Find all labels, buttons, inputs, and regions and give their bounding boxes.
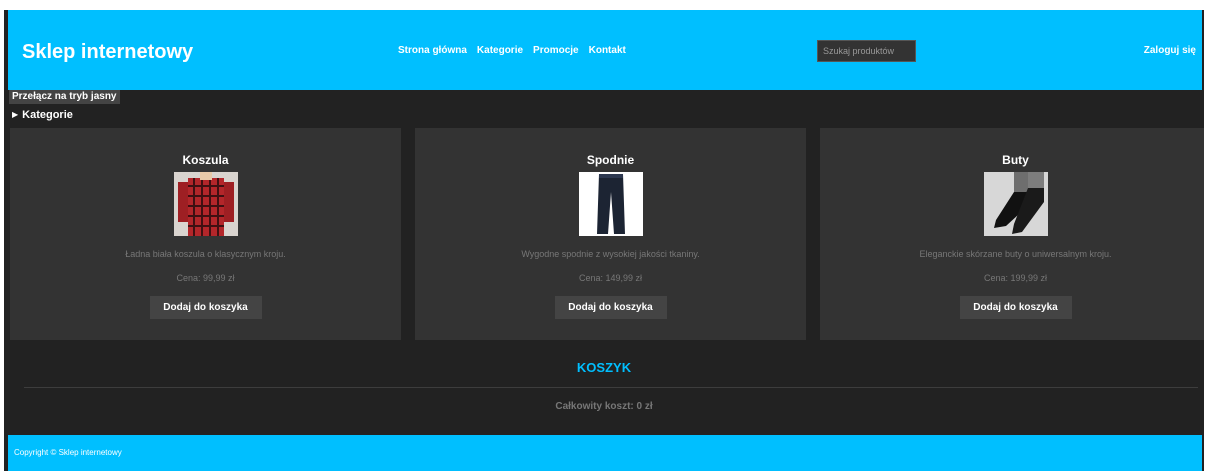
nav-categories[interactable]: Kategorie [477, 45, 523, 57]
product-description: Wygodne spodnie z wysokiej jakości tkani… [521, 249, 700, 259]
product-name: Buty [1002, 153, 1029, 167]
product-card: Koszula Ładna biała koszula o klasycznym… [10, 128, 401, 340]
categories-label: Kategorie [22, 109, 73, 121]
cart-divider [24, 387, 1198, 388]
categories-toggle[interactable]: ▶ Kategorie [12, 108, 73, 122]
product-price: Cena: 149,99 zł [578, 273, 643, 283]
site-footer: Copyright © Sklep internetowy [8, 435, 1202, 471]
pants-image [578, 172, 643, 236]
main-nav: Strona główna Kategorie Promocje Kontakt [398, 45, 626, 57]
add-to-cart-button[interactable]: Dodaj do koszyka [149, 296, 262, 319]
search-input[interactable] [817, 40, 916, 62]
add-to-cart-button[interactable]: Dodaj do koszyka [959, 296, 1072, 319]
product-card: Buty Eleganckie skórzane buty o uniwersa… [820, 128, 1204, 340]
page-frame: Sklep internetowy Strona główna Kategori… [4, 10, 1204, 471]
theme-toggle-button[interactable]: Przełącz na tryb jasny [9, 90, 120, 104]
shoes-image [983, 172, 1048, 236]
cart-title: KOSZYK [576, 360, 632, 375]
product-description: Ładna biała koszula o klasycznym kroju. [125, 249, 286, 259]
triangle-right-icon: ▶ [12, 110, 19, 119]
add-to-cart-button[interactable]: Dodaj do koszyka [554, 296, 667, 319]
product-card: Spodnie Wygodne spodnie z wysokiej jakoś… [415, 128, 806, 340]
product-price: Cena: 99,99 zł [176, 273, 235, 283]
login-link[interactable]: Zaloguj się [1144, 45, 1196, 57]
shirt-image [173, 172, 238, 236]
product-description: Eleganckie skórzane buty o uniwersalnym … [919, 249, 1112, 259]
nav-home[interactable]: Strona główna [398, 45, 467, 57]
copyright-text: Copyright © Sklep internetowy [14, 448, 122, 457]
site-header: Sklep internetowy Strona główna Kategori… [8, 10, 1202, 90]
cart-total: Całkowity koszt: 0 zł [555, 401, 653, 412]
product-list: Koszula Ładna biała koszula o klasycznym… [10, 128, 1204, 340]
product-name: Koszula [182, 153, 229, 167]
site-title: Sklep internetowy [22, 41, 194, 63]
nav-promotions[interactable]: Promocje [533, 45, 579, 57]
product-name: Spodnie [586, 153, 635, 167]
nav-contact[interactable]: Kontakt [589, 45, 626, 57]
product-price: Cena: 199,99 zł [983, 273, 1048, 283]
